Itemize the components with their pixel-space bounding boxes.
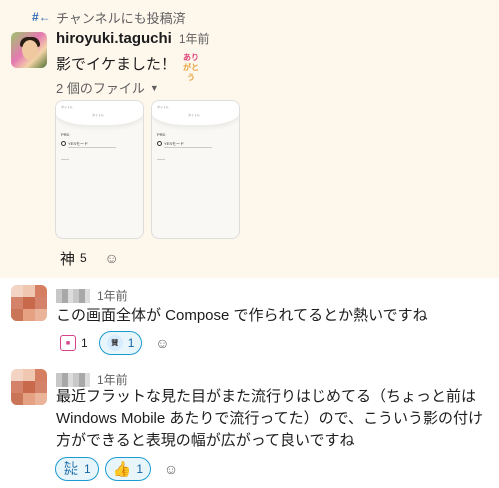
reaction-count: 1 bbox=[127, 336, 135, 350]
reaction-count: 1 bbox=[136, 462, 144, 476]
reaction-bar: たし かに 1 👍 1 ☺ bbox=[55, 457, 185, 481]
message-header: 1年前 bbox=[56, 287, 128, 304]
username-redacted[interactable] bbox=[56, 288, 90, 303]
arigato-emoji-icon: あり がとう bbox=[183, 53, 200, 82]
emoji-tashikani-icon: たし かに bbox=[64, 462, 78, 476]
reaction-kami[interactable]: 神 5 bbox=[55, 246, 92, 270]
reaction-thumbsup[interactable]: 👍 1 bbox=[104, 457, 152, 481]
avatar[interactable] bbox=[11, 32, 47, 68]
avatar[interactable] bbox=[11, 369, 47, 405]
message-header: hiroyuki.taguchi 1年前 bbox=[56, 30, 210, 47]
add-reaction-button[interactable]: ☺ bbox=[148, 331, 176, 355]
kami-emoji-icon: 神 bbox=[60, 250, 76, 268]
add-reaction-button[interactable]: ☺ bbox=[98, 246, 126, 270]
username[interactable]: hiroyuki.taguchi bbox=[56, 30, 172, 47]
broadcast-icon: #← bbox=[32, 10, 51, 24]
emoji-sansei-icon: 賛 bbox=[106, 335, 123, 351]
file-thumbnail[interactable]: タイトル タイトル PRD YESモード bbox=[55, 100, 144, 239]
thumbs-up-icon: 👍 bbox=[112, 461, 132, 478]
message-body: 影でイケました！ bbox=[56, 55, 177, 73]
message-text: 影でイケました！ あり がとう bbox=[56, 52, 202, 82]
chevron-down-icon: ▼ bbox=[149, 82, 159, 93]
smiley-plus-icon: ☺ bbox=[155, 335, 170, 351]
reaction-bar: ■ 1 賛 1 ☺ bbox=[55, 331, 176, 355]
avatar[interactable] bbox=[11, 285, 47, 321]
reaction-count: 1 bbox=[81, 336, 88, 350]
broadcast-note: #← チャンネルにも投稿済 bbox=[32, 8, 186, 26]
smiley-plus-icon: ☺ bbox=[104, 250, 119, 266]
file-thumbnail[interactable]: タイトル タイトル PRD YESモード bbox=[151, 100, 240, 239]
smiley-plus-icon: ☺ bbox=[163, 461, 179, 477]
message-text: この画面全体が Compose で作られてるとか熱いですね bbox=[56, 307, 428, 324]
reaction-sansei[interactable]: 賛 1 bbox=[98, 331, 143, 355]
broadcast-text: チャンネルにも投稿済 bbox=[56, 10, 186, 26]
reaction-bar: 神 5 ☺ bbox=[55, 246, 126, 270]
timestamp[interactable]: 1年前 bbox=[179, 30, 210, 47]
files-label: 2 個のファイル bbox=[56, 81, 145, 96]
username-redacted[interactable] bbox=[56, 372, 90, 387]
reaction-count: 1 bbox=[84, 462, 91, 476]
timestamp[interactable]: 1年前 bbox=[97, 287, 128, 304]
reaction-pink[interactable]: ■ 1 bbox=[55, 331, 93, 355]
reaction-count: 5 bbox=[80, 251, 87, 265]
files-toggle[interactable]: 2 個のファイル ▼ bbox=[56, 78, 159, 97]
emoji-pink-icon: ■ bbox=[60, 335, 76, 351]
add-reaction-button[interactable]: ☺ bbox=[157, 457, 185, 481]
message-text: 最近フラットな見た目がまた流行りはじめてる（ちょっと前は Windows Mob… bbox=[56, 388, 484, 449]
reaction-tashikani[interactable]: たし かに 1 bbox=[55, 457, 99, 481]
